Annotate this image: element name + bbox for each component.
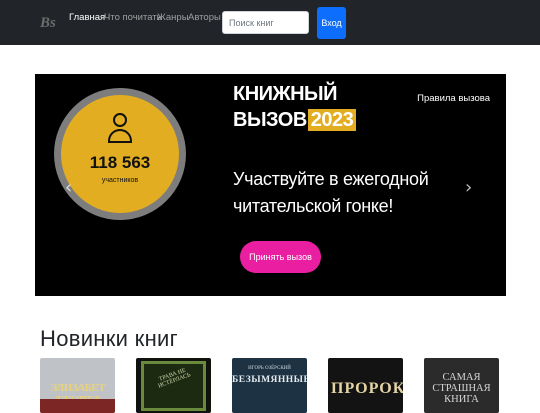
brand-logo[interactable]: Bs — [40, 15, 56, 32]
challenge-title: КНИЖНЫЙ ВЫЗОВ 2023 — [233, 81, 357, 133]
nav-link-what-to-read[interactable]: Что почитать — [104, 12, 162, 23]
participants-label: участников — [101, 177, 139, 184]
participants-ring: 118 563 участников — [54, 88, 186, 220]
challenge-title-line1: КНИЖНЫЙ — [233, 83, 338, 105]
participants-count: 118 563 — [89, 153, 151, 172]
person-icon — [108, 113, 132, 150]
challenge-carousel: 118 563 участников КНИЖНЫЙ ВЫЗОВ 2023 Пра… — [35, 74, 506, 296]
carousel-next-icon[interactable]: › — [465, 177, 472, 198]
book-title: БЕЗЫМЯННЫЕ — [232, 375, 307, 385]
new-books-heading: Новинки книг — [40, 326, 178, 351]
login-button[interactable]: Вход — [317, 7, 346, 39]
accept-challenge-button[interactable]: Принять вызов — [240, 241, 321, 273]
participants-circle: 118 563 участников — [61, 95, 179, 213]
book-title: ПРОРОК — [331, 380, 403, 397]
carousel-prev-icon[interactable]: ‹ — [65, 177, 72, 198]
nav-link-home[interactable]: Главная — [69, 12, 105, 23]
search-input[interactable] — [222, 11, 309, 34]
top-navbar: Bs Главная Что почитать Жанры Авторы Вхо… — [0, 0, 540, 45]
book-author: ИГОРЬ ОЗЁРСКИЙ — [248, 366, 291, 371]
book-title: САМАЯ СТРАШНАЯ КНИГА — [432, 372, 491, 405]
nav-link-authors[interactable]: Авторы — [188, 12, 221, 23]
challenge-title-line2: ВЫЗОВ — [233, 109, 307, 131]
challenge-rules-link[interactable]: Правила вызова — [417, 93, 490, 104]
challenge-tagline: Участвуйте в ежегодной читательской гонк… — [233, 169, 429, 216]
challenge-year: 2023 — [307, 109, 357, 131]
nav-link-genres[interactable]: Жанры — [157, 12, 189, 23]
